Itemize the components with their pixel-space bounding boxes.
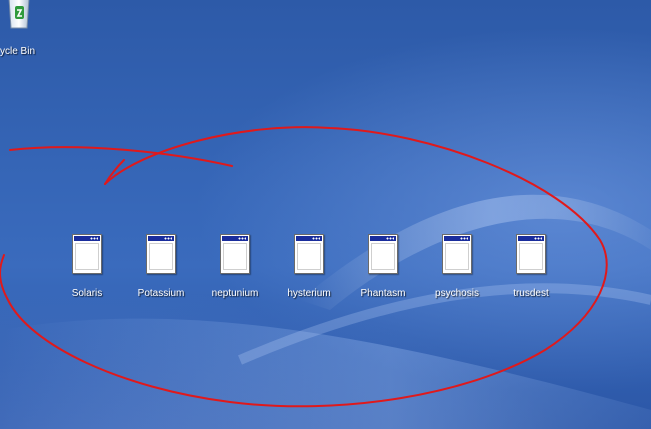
desktop-icon-solaris[interactable]: Solaris <box>52 234 122 310</box>
desktop-icon-potassium[interactable]: Potassium <box>126 234 196 310</box>
desktop-icon-neptunium[interactable]: neptunium <box>200 234 270 310</box>
application-window-icon <box>220 234 250 274</box>
desktop-icon-label: psychosis <box>435 288 479 299</box>
desktop-icon-group: Solaris Potassium neptunium hysterium Ph… <box>52 234 572 314</box>
desktop-icon-hysterium[interactable]: hysterium <box>274 234 344 310</box>
application-window-icon <box>146 234 176 274</box>
desktop-icon-phantasm[interactable]: Phantasm <box>348 234 418 310</box>
application-window-icon <box>294 234 324 274</box>
desktop-icon-label: Potassium <box>137 288 185 299</box>
wallpaper-swoosh <box>0 194 651 429</box>
desktop-icon-psychosis[interactable]: psychosis <box>422 234 492 310</box>
desktop-icon-label: Solaris <box>71 288 103 299</box>
desktop-icon-label: hysterium <box>287 288 331 299</box>
desktop-icon-label: trusdest <box>513 288 549 299</box>
application-window-icon <box>368 234 398 274</box>
desktop: ycle Bin Solaris Potassium neptunium hys… <box>0 0 651 429</box>
recycle-bin[interactable]: ycle Bin <box>0 0 54 64</box>
application-window-icon <box>72 234 102 274</box>
application-window-icon <box>516 234 546 274</box>
desktop-icon-label: neptunium <box>211 288 259 299</box>
recycle-bin-label: ycle Bin <box>0 46 36 57</box>
desktop-icon-label: Phantasm <box>360 288 406 299</box>
recycle-bin-icon <box>8 0 30 29</box>
desktop-icon-trusdest[interactable]: trusdest <box>496 234 566 310</box>
application-window-icon <box>442 234 472 274</box>
